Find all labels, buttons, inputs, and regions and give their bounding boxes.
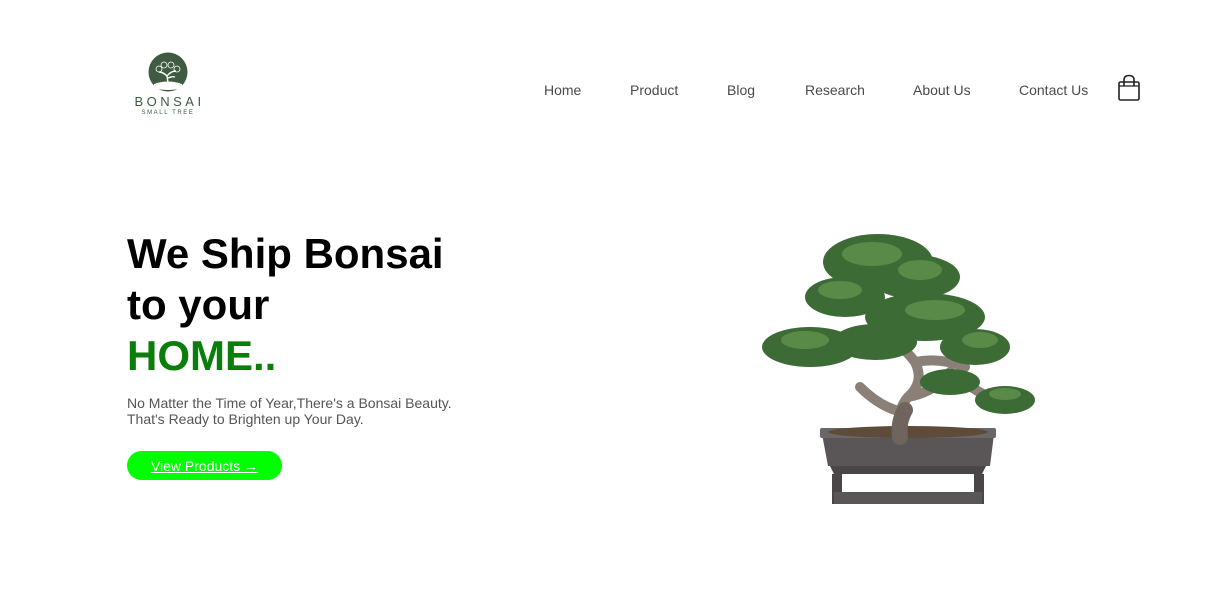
subtext-line-2: That's Ready to Brighten up Your Day. [127,411,364,427]
nav-product[interactable]: Product [630,82,678,98]
view-products-button[interactable]: View Products → [127,451,282,480]
brand-tagline: SMALL TREE [141,110,195,116]
headline-accent: HOME.. [127,332,277,379]
headline-line-1: We Ship Bonsai [127,230,444,277]
nav-home[interactable]: Home [544,82,581,98]
shopping-bag-icon[interactable] [1117,74,1141,102]
hero-headline: We Ship Bonsai to your HOME.. [127,228,444,381]
page: BONSAI SMALL TREE Home Product Blog Rese… [0,0,1219,606]
bonsai-tree-image [762,234,1035,504]
hero-subtext: No Matter the Time of Year,There's a Bon… [127,395,452,427]
headline-line-2: to your [127,281,270,328]
nav-about-us[interactable]: About Us [913,82,971,98]
nav-contact-us[interactable]: Contact Us [1019,82,1088,98]
main-nav: Home Product Blog Research About Us Cont… [0,82,1219,100]
subtext-line-1: No Matter the Time of Year,There's a Bon… [127,395,452,411]
nav-blog[interactable]: Blog [727,82,755,98]
nav-research[interactable]: Research [805,82,865,98]
